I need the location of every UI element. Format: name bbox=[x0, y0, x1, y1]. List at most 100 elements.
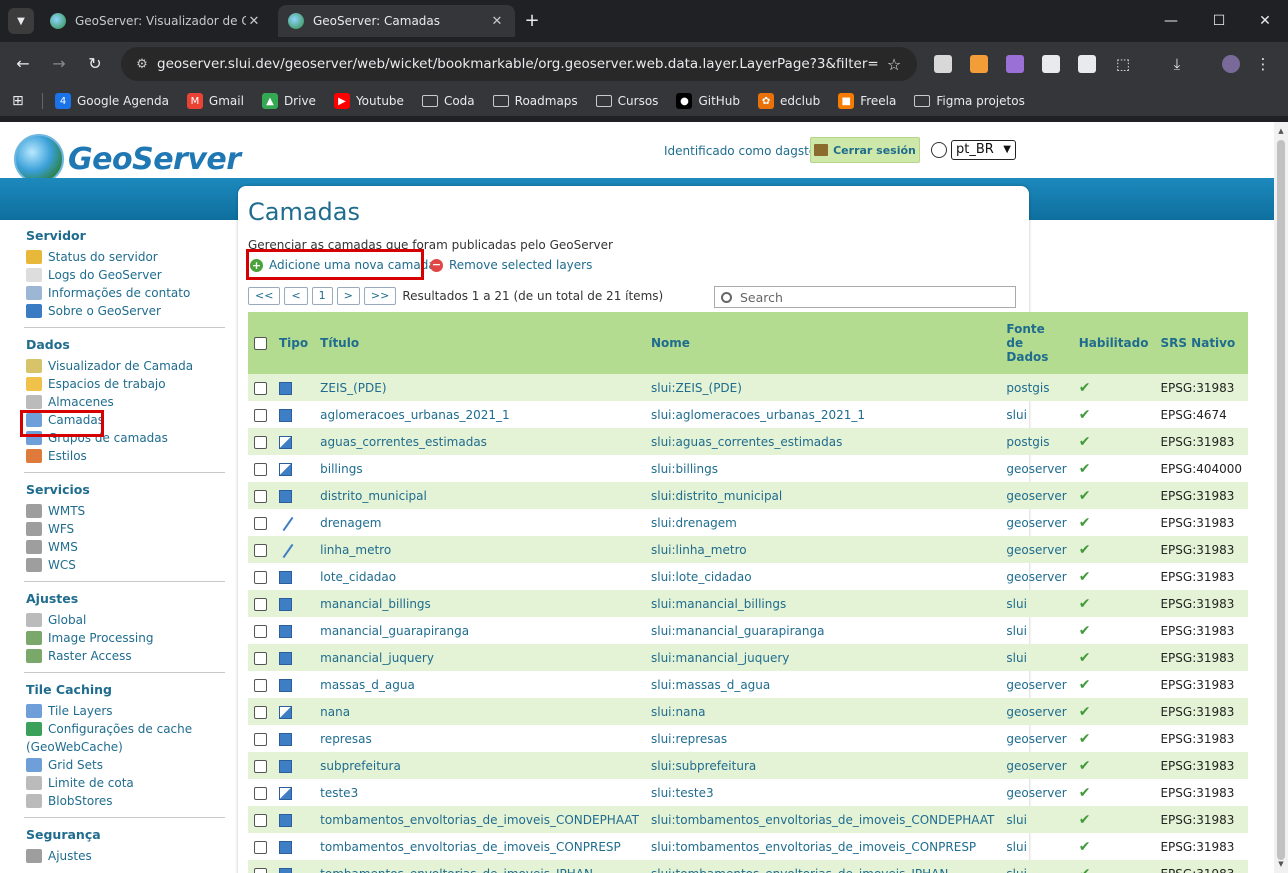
header-type[interactable]: Tipo bbox=[273, 312, 315, 374]
geoserver-logo[interactable]: GeoServer bbox=[14, 134, 241, 184]
pager-next-button[interactable]: > bbox=[336, 287, 360, 305]
sidebar-item[interactable]: WCS bbox=[26, 558, 76, 572]
layer-store-link[interactable]: geoserver bbox=[1000, 509, 1072, 536]
row-checkbox[interactable] bbox=[254, 624, 267, 638]
extension-feather-icon[interactable] bbox=[1006, 55, 1024, 73]
sidebar-item[interactable]: Global bbox=[26, 613, 86, 627]
layer-title-link[interactable]: lote_cidadao bbox=[314, 563, 645, 590]
sidebar-item[interactable]: Configurações de cache bbox=[26, 722, 192, 736]
layer-store-link[interactable]: geoserver bbox=[1000, 671, 1072, 698]
layer-name-link[interactable]: slui:manancial_juquery bbox=[644, 644, 1001, 671]
layer-store-link[interactable]: geoserver bbox=[1000, 752, 1073, 779]
layer-name-link[interactable]: slui:linha_metro bbox=[644, 536, 1001, 563]
layer-name-link[interactable]: slui:ZEIS_(PDE) bbox=[644, 374, 1001, 401]
url-text[interactable]: geoserver.slui.dev/geoserver/web/wicket/… bbox=[157, 56, 879, 72]
bookmark-item[interactable]: Roadmaps bbox=[492, 94, 578, 108]
layer-name-link[interactable]: slui:tombamentos_envoltorias_de_imoveis_… bbox=[645, 833, 1000, 860]
select-all-checkbox[interactable] bbox=[254, 337, 267, 350]
sidebar-item[interactable]: WMTS bbox=[26, 504, 85, 518]
tab-search-button[interactable]: ▼ bbox=[8, 8, 34, 34]
apps-grid-icon[interactable]: ⊞ bbox=[12, 93, 32, 109]
row-checkbox[interactable] bbox=[254, 570, 267, 584]
sidebar-item[interactable]: Tile Layers bbox=[26, 704, 113, 718]
row-checkbox[interactable] bbox=[254, 381, 267, 395]
sidebar-item[interactable]: Estilos bbox=[26, 449, 87, 463]
extension-shield-icon[interactable] bbox=[934, 55, 952, 73]
bookmark-item[interactable]: Figma projetos bbox=[914, 94, 1025, 108]
maximize-icon[interactable]: ☐ bbox=[1204, 8, 1234, 34]
layer-store-link[interactable]: slui bbox=[1000, 617, 1072, 644]
header-enabled[interactable]: Habilitado bbox=[1072, 312, 1155, 374]
bookmark-item[interactable]: ● GitHub bbox=[676, 93, 740, 109]
layer-store-link[interactable]: geoserver bbox=[1000, 536, 1073, 563]
sidebar-item[interactable]: Sobre o GeoServer bbox=[26, 304, 161, 318]
layer-store-link[interactable]: geoserver bbox=[1000, 482, 1073, 509]
layer-name-link[interactable]: slui:massas_d_agua bbox=[645, 671, 1000, 698]
header-store[interactable]: Fonte de Dados bbox=[1000, 312, 1073, 374]
bookmark-item[interactable]: 4 Google Agenda bbox=[55, 93, 169, 109]
row-checkbox[interactable] bbox=[254, 489, 267, 503]
layer-store-link[interactable]: slui bbox=[1000, 806, 1073, 833]
layer-title-link[interactable]: tombamentos_envoltorias_de_imoveis_CONPR… bbox=[314, 833, 645, 860]
layer-store-link[interactable]: geoserver bbox=[1000, 725, 1072, 752]
layer-title-link[interactable]: distrito_municipal bbox=[314, 482, 645, 509]
layer-name-link[interactable]: slui:teste3 bbox=[645, 779, 1000, 806]
row-checkbox[interactable] bbox=[254, 435, 267, 449]
bookmark-item[interactable]: Coda bbox=[421, 94, 475, 108]
back-icon[interactable]: ← bbox=[10, 51, 36, 77]
sidebar-item[interactable]: Ajustes bbox=[26, 849, 92, 863]
layer-name-link[interactable]: slui:aglomeracoes_urbanas_2021_1 bbox=[645, 401, 1000, 428]
row-checkbox[interactable] bbox=[254, 867, 267, 873]
layer-store-link[interactable]: geoserver bbox=[1000, 698, 1073, 725]
scroll-down-icon[interactable]: ▼ bbox=[1277, 860, 1285, 868]
bookmark-item[interactable]: M Gmail bbox=[186, 93, 244, 109]
sidebar-item[interactable]: Grid Sets bbox=[26, 758, 103, 772]
layer-name-link[interactable]: slui:aguas_correntes_estimadas bbox=[644, 428, 1001, 455]
layer-name-link[interactable]: slui:lote_cidadao bbox=[645, 563, 1000, 590]
row-checkbox[interactable] bbox=[254, 840, 267, 854]
site-info-icon[interactable]: ⚙ bbox=[127, 57, 157, 72]
pager-first-button[interactable]: << bbox=[248, 287, 281, 305]
sidebar-item[interactable]: BlobStores bbox=[26, 794, 113, 808]
scroll-thumb[interactable] bbox=[1277, 140, 1285, 860]
layer-name-link[interactable]: slui:billings bbox=[645, 455, 1000, 482]
profile-avatar[interactable] bbox=[1222, 55, 1240, 73]
layer-store-link[interactable]: geoserver bbox=[1000, 779, 1072, 806]
window-close-icon[interactable]: ✕ bbox=[1250, 8, 1280, 34]
row-checkbox[interactable] bbox=[254, 651, 267, 665]
layer-title-link[interactable]: tombamentos_envoltorias_de_imoveis_IPHAN bbox=[314, 860, 645, 873]
bookmark-star-icon[interactable]: ☆ bbox=[879, 55, 909, 74]
row-checkbox[interactable] bbox=[254, 732, 267, 746]
layer-title-link[interactable]: manancial_guarapiranga bbox=[314, 617, 645, 644]
sidebar-item[interactable]: Image Processing bbox=[26, 631, 153, 645]
browser-tab-active[interactable]: GeoServer: Camadas ✕ bbox=[278, 5, 515, 37]
sidebar-item[interactable]: WMS bbox=[26, 540, 78, 554]
layer-title-link[interactable]: ZEIS_(PDE) bbox=[314, 374, 645, 401]
sidebar-item[interactable]: Visualizador de Camada bbox=[26, 359, 193, 373]
layer-name-link[interactable]: slui:tombamentos_envoltorias_de_imoveis_… bbox=[644, 806, 1001, 833]
sidebar-item[interactable]: Informações de contato bbox=[26, 286, 190, 300]
sidebar-item[interactable]: Almacenes bbox=[26, 395, 114, 409]
sidebar-item[interactable]: Raster Access bbox=[26, 649, 132, 663]
pager-page-button[interactable]: 1 bbox=[311, 287, 333, 305]
layer-store-link[interactable]: slui bbox=[1000, 644, 1073, 671]
row-checkbox[interactable] bbox=[254, 543, 267, 557]
layer-name-link[interactable]: slui:nana bbox=[644, 698, 1001, 725]
page-scrollbar[interactable]: ▲ ▼ bbox=[1274, 122, 1288, 873]
layer-title-link[interactable]: manancial_billings bbox=[314, 590, 645, 617]
layer-name-link[interactable]: slui:subprefeitura bbox=[644, 752, 1001, 779]
close-icon[interactable]: ✕ bbox=[246, 14, 262, 29]
layer-title-link[interactable]: represas bbox=[314, 725, 645, 752]
layer-title-link[interactable]: teste3 bbox=[314, 779, 645, 806]
layer-store-link[interactable]: slui bbox=[1000, 833, 1072, 860]
layer-title-link[interactable]: nana bbox=[314, 698, 645, 725]
sidebar-item[interactable]: Limite de cota bbox=[26, 776, 134, 790]
layer-title-link[interactable]: linha_metro bbox=[314, 536, 645, 563]
logout-button[interactable]: Cerrar sesión bbox=[810, 137, 920, 163]
layer-store-link[interactable]: geoserver bbox=[1000, 455, 1072, 482]
row-checkbox[interactable] bbox=[254, 516, 267, 530]
layer-title-link[interactable]: billings bbox=[314, 455, 645, 482]
layer-store-link[interactable]: postgis bbox=[1000, 428, 1073, 455]
header-name[interactable]: Nome bbox=[644, 312, 1001, 374]
remove-layers-link[interactable]: − Remove selected layers bbox=[430, 258, 592, 272]
